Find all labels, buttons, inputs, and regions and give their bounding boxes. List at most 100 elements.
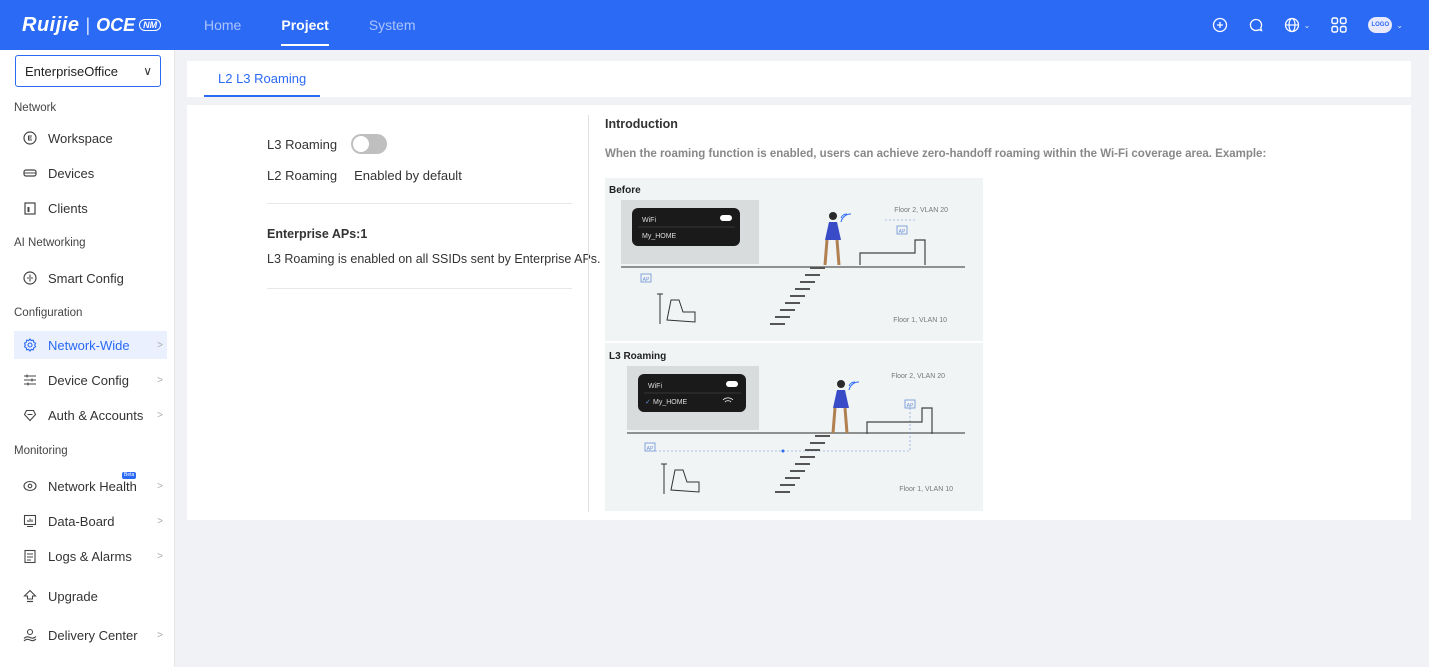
logs-icon: [22, 548, 38, 564]
sidebar-item-workspace[interactable]: Workspace: [14, 124, 167, 152]
sidebar-item-auth-accounts[interactable]: Auth & Accounts >: [14, 401, 167, 429]
sidebar: EnterpriseOffice ∨ Network Workspace Dev…: [0, 50, 175, 667]
chevron-right-icon: >: [157, 339, 163, 351]
workspace-icon: [22, 130, 38, 146]
project-select-value: EnterpriseOffice: [25, 63, 118, 79]
chevron-right-icon: >: [157, 374, 163, 386]
chevron-right-icon: >: [157, 550, 163, 562]
user-menu[interactable]: LOGO ⌄: [1368, 17, 1403, 33]
beta-badge: Beta: [122, 472, 137, 479]
apps-grid-icon[interactable]: [1330, 16, 1348, 34]
chevron-down-icon: ⌄: [1396, 20, 1403, 30]
group-title-ai-networking: AI Networking: [14, 237, 86, 249]
panel-title: Before: [609, 185, 641, 196]
wifi-label: WiFi: [648, 383, 662, 390]
shield-icon: [22, 407, 38, 423]
top-bar: Ruijie | OCE NM Home Project System ⌄ LO…: [0, 0, 1429, 50]
delivery-icon: [22, 627, 38, 643]
nav-system[interactable]: System: [349, 0, 436, 50]
ssid-label: My_HOME: [642, 233, 677, 240]
floor1-label: Floor 1, VLAN 10: [899, 486, 953, 493]
sidebar-item-logs-alarms[interactable]: Logs & Alarms >: [14, 542, 167, 570]
group-title-configuration: Configuration: [14, 307, 83, 319]
chevron-right-icon: >: [157, 409, 163, 421]
intro-title: Introduction: [605, 117, 678, 131]
chevron-down-icon: ∨: [143, 64, 152, 78]
l2-roaming-label: L2 Roaming: [267, 168, 338, 183]
sidebar-item-label: Upgrade: [48, 588, 98, 604]
sidebar-item-device-config[interactable]: Device Config >: [14, 366, 167, 394]
roaming-diagram: Before WiFi My_HOME Floor 2, VLAN 20 Flo…: [605, 178, 983, 511]
chevron-down-icon: ⌄: [1303, 20, 1311, 30]
ap-label: AP: [647, 446, 654, 452]
sidebar-item-label: Auth & Accounts: [48, 407, 144, 423]
dashboard-icon: [22, 513, 38, 529]
divider: [267, 288, 572, 289]
settings-panel: L3 Roaming L2 Roaming Enabled by default…: [187, 105, 1411, 520]
sidebar-item-label: Data-Board: [48, 513, 115, 529]
enterprise-aps-desc: L3 Roaming is enabled on all SSIDs sent …: [267, 252, 601, 266]
product-name: OCE: [96, 14, 136, 35]
sidebar-item-data-board[interactable]: Data-Board >: [14, 507, 167, 535]
top-icons: ⌄ LOGO ⌄: [1212, 0, 1403, 50]
project-select[interactable]: EnterpriseOffice ∨: [15, 55, 161, 87]
panel-title: L3 Roaming: [609, 351, 666, 362]
avatar: LOGO: [1368, 17, 1393, 33]
floor2-label: Floor 2, VLAN 20: [891, 373, 945, 380]
sidebar-item-label: Network Health: [48, 478, 137, 494]
floor2-label: Floor 2, VLAN 20: [894, 207, 948, 214]
intro-text: When the roaming function is enabled, us…: [605, 148, 1267, 160]
sidebar-item-clients[interactable]: Clients: [14, 194, 167, 222]
chat-icon[interactable]: [1248, 17, 1264, 33]
ap-label: AP: [899, 229, 906, 235]
globe-icon[interactable]: ⌄: [1284, 17, 1311, 33]
sidebar-item-label: Logs & Alarms: [48, 548, 132, 564]
enterprise-aps-title: Enterprise APs:1: [267, 227, 368, 241]
sidebar-item-smart-config[interactable]: Smart Config: [14, 264, 167, 292]
sidebar-item-network-wide[interactable]: Network-Wide >: [14, 331, 167, 359]
devices-icon: [22, 165, 38, 181]
chevron-right-icon: >: [157, 629, 163, 641]
group-title-monitoring: Monitoring: [14, 445, 68, 457]
smart-config-icon: [22, 270, 38, 286]
tab-bar: L2 L3 Roaming: [187, 61, 1411, 97]
l3-roaming-label: L3 Roaming: [267, 136, 338, 152]
sidebar-item-delivery-center[interactable]: Delivery Center >: [14, 621, 167, 649]
brand-separator: |: [85, 14, 91, 35]
l3-roaming-toggle[interactable]: [351, 134, 388, 154]
person-head: [829, 212, 837, 220]
chevron-right-icon: >: [157, 515, 163, 527]
roaming-point: [781, 449, 785, 453]
add-circle-icon[interactable]: [1212, 17, 1228, 33]
tab-l2-l3-roaming[interactable]: L2 L3 Roaming: [204, 61, 321, 97]
sidebar-item-label: Delivery Center: [48, 627, 138, 643]
wifi-label: WiFi: [642, 217, 656, 224]
divider: [267, 203, 572, 204]
nav-home[interactable]: Home: [184, 0, 261, 50]
l2-roaming-row: L2 Roaming Enabled by default: [267, 168, 462, 183]
sidebar-item-upgrade[interactable]: Upgrade: [14, 582, 167, 610]
sidebar-item-label: Device Config: [48, 372, 129, 388]
sidebar-item-label: Smart Config: [48, 270, 124, 286]
brand-name: Ruijie: [22, 13, 80, 36]
sliders-icon: [22, 372, 38, 388]
ssid-label: My_HOME: [653, 399, 688, 406]
sidebar-item-network-health[interactable]: Network Health Beta >: [14, 472, 167, 500]
sidebar-item-devices[interactable]: Devices: [14, 159, 167, 187]
main-nav: Home Project System: [184, 0, 436, 50]
upgrade-icon: [22, 588, 38, 604]
l2-roaming-value: Enabled by default: [354, 168, 462, 183]
person-head: [837, 380, 845, 388]
sidebar-item-label: Network-Wide: [48, 337, 130, 353]
sidebar-item-label: Devices: [48, 165, 95, 181]
ap-label: AP: [907, 403, 914, 409]
nav-project[interactable]: Project: [261, 0, 348, 50]
product-badge: NM: [139, 19, 162, 31]
sidebar-item-label: Clients: [48, 200, 88, 216]
sidebar-item-label: Workspace: [48, 130, 113, 146]
floor1-label: Floor 1, VLAN 10: [893, 317, 947, 324]
l3-roaming-row: L3 Roaming: [267, 134, 388, 154]
app-logo[interactable]: Ruijie | OCE NM: [22, 14, 172, 37]
vertical-divider: [588, 115, 589, 512]
group-title-network: Network: [14, 102, 57, 114]
